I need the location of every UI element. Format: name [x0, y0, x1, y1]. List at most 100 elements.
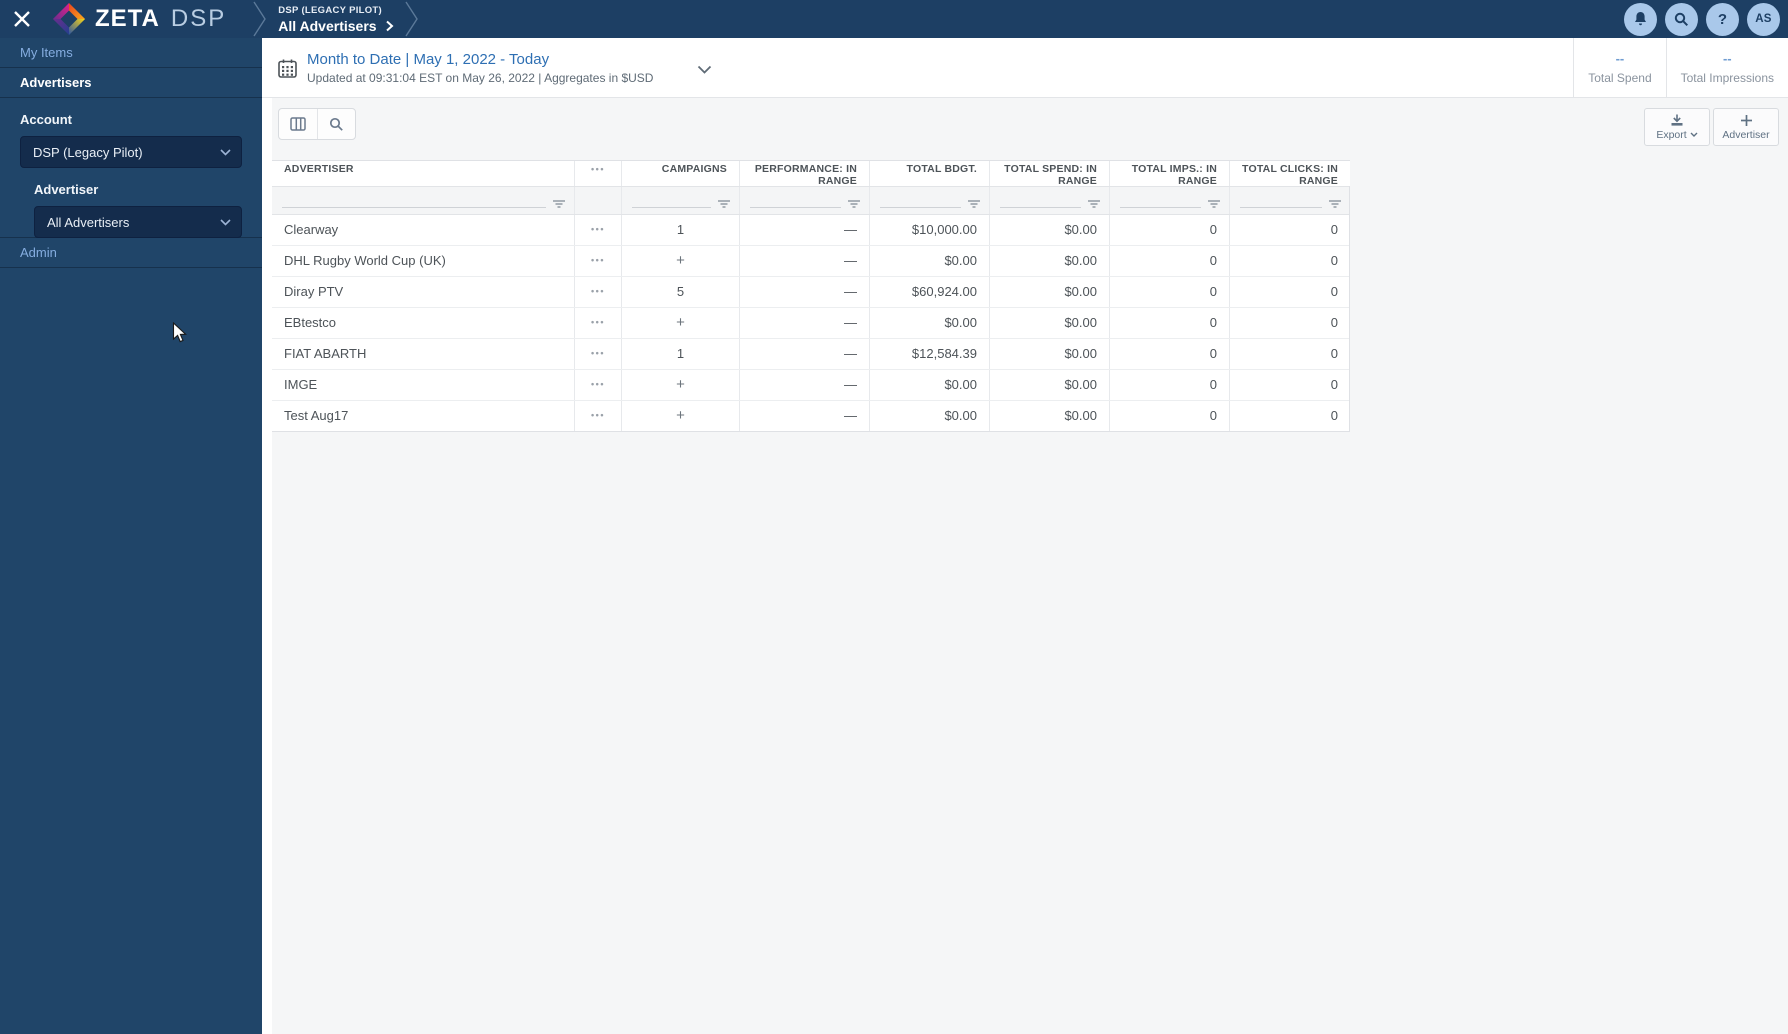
- table-row: Test Aug17 ••• + — $0.00 $0.00 0 0: [272, 401, 1349, 431]
- advertiser-select[interactable]: All Advertisers: [34, 206, 242, 238]
- column-header-advertiser[interactable]: ADVERTISER: [272, 161, 575, 186]
- table-search-button[interactable]: [317, 109, 355, 139]
- filter-funnel-icon[interactable]: [1087, 199, 1101, 209]
- table-tools-group: [278, 108, 356, 140]
- cell-total_budget: $12,584.39: [870, 339, 990, 369]
- column-header-performance[interactable]: PERFORMANCE: IN RANGE: [740, 161, 870, 186]
- advertiser-name[interactable]: EBtestco: [272, 308, 575, 338]
- close-menu-button[interactable]: [0, 0, 44, 38]
- help-button[interactable]: ?: [1706, 2, 1739, 36]
- row-menu-button[interactable]: •••: [587, 215, 609, 244]
- columns-icon: [290, 117, 306, 131]
- date-range-control[interactable]: Month to Date | May 1, 2022 - Today Upda…: [262, 38, 712, 97]
- cell-total_clicks: 0: [1330, 408, 1338, 423]
- breadcrumb-current-label: All Advertisers: [278, 17, 377, 34]
- cell-total_clicks: 0: [1330, 222, 1338, 237]
- zeta-diamond-logo-icon: [52, 2, 86, 36]
- add-campaign-button[interactable]: +: [634, 370, 727, 399]
- advertisers-table: ADVERTISER ••• CAMPAIGNS PERFORMANCE: IN RA…: [272, 160, 1350, 432]
- filter-input-total_budget[interactable]: [880, 196, 961, 208]
- cell-menu: •••: [575, 277, 622, 307]
- filter-funnel-icon[interactable]: [847, 199, 861, 209]
- cell-total_impressions: 0: [1110, 308, 1230, 338]
- cell-campaigns: +: [622, 401, 740, 431]
- cell-campaigns: 5: [622, 277, 740, 307]
- cell-menu: •••: [575, 370, 622, 400]
- cell-total_spend: $0.00: [990, 370, 1110, 400]
- brand-name: ZETA: [95, 5, 160, 32]
- filter-input-performance[interactable]: [750, 196, 841, 208]
- filter-funnel-icon[interactable]: [967, 199, 981, 209]
- sidebar-item-admin[interactable]: Admin: [0, 238, 262, 268]
- export-label: Export: [1656, 128, 1687, 141]
- sidebar-item-my-items[interactable]: My Items: [0, 38, 262, 68]
- filter-input-advertiser[interactable]: [282, 196, 546, 208]
- column-header-menu[interactable]: •••: [575, 161, 622, 186]
- sidebar-item-advertisers[interactable]: Advertisers: [0, 68, 262, 98]
- filter-cell-campaigns: [622, 187, 740, 214]
- user-avatar[interactable]: AS: [1747, 2, 1780, 36]
- filter-input-total_impressions[interactable]: [1120, 196, 1201, 208]
- filter-funnel-icon[interactable]: [552, 199, 566, 209]
- account-select[interactable]: DSP (Legacy Pilot): [20, 136, 242, 168]
- question-mark-icon: ?: [1717, 10, 1728, 28]
- row-menu-button[interactable]: •••: [587, 308, 609, 337]
- advertiser-name[interactable]: FIAT ABARTH: [272, 339, 575, 369]
- column-header-total_clicks[interactable]: TOTAL CLICKS: IN RANGE: [1230, 161, 1350, 186]
- advertiser-name[interactable]: Test Aug17: [272, 401, 575, 431]
- cell-performance: —: [740, 277, 870, 307]
- advertiser-name[interactable]: IMGE: [272, 370, 575, 400]
- add-campaign-button[interactable]: +: [634, 401, 727, 430]
- row-menu-button[interactable]: •••: [587, 401, 609, 430]
- add-campaign-button[interactable]: +: [634, 308, 727, 337]
- add-advertiser-button[interactable]: Advertiser: [1713, 108, 1779, 146]
- filter-input-total_clicks[interactable]: [1240, 196, 1322, 208]
- zeta-dsp-app: ZETA DSP DSP (LEGACY PILOT) All Advertis…: [0, 0, 1788, 1034]
- total-spend-value: --: [1615, 50, 1625, 66]
- cell-total_impressions: 0: [1110, 401, 1230, 431]
- column-header-total_impressions[interactable]: TOTAL IMPS.: IN RANGE: [1110, 161, 1230, 186]
- breadcrumb-separator-icon: [252, 0, 268, 38]
- filter-input-campaigns[interactable]: [632, 196, 711, 208]
- column-header-campaigns[interactable]: CAMPAIGNS: [622, 161, 740, 186]
- cell-total_clicks: 0: [1330, 253, 1338, 268]
- cell-total_budget: $0.00: [870, 370, 990, 400]
- chevron-down-icon[interactable]: [697, 65, 712, 74]
- column-header-total_spend[interactable]: TOTAL SPEND: IN RANGE: [990, 161, 1110, 186]
- filter-cell-menu: [575, 187, 622, 214]
- brand-logo[interactable]: ZETA DSP: [52, 2, 226, 36]
- filter-funnel-icon[interactable]: [1207, 199, 1221, 209]
- advertiser-name[interactable]: DHL Rugby World Cup (UK): [272, 246, 575, 276]
- filter-funnel-icon[interactable]: [717, 199, 731, 209]
- row-menu-button[interactable]: •••: [587, 277, 609, 306]
- cell-total_budget: $0.00: [870, 246, 990, 276]
- column-header-total_budget[interactable]: TOTAL BDGT.: [870, 161, 990, 186]
- date-updated-label: Updated at 09:31:04 EST on May 26, 2022 …: [307, 70, 654, 85]
- advertiser-name[interactable]: Diray PTV: [272, 277, 575, 307]
- table-row: DHL Rugby World Cup (UK) ••• + — $0.00 $0.00 0…: [272, 246, 1349, 277]
- cell-performance: —: [740, 308, 870, 338]
- table-header-row: ADVERTISER ••• CAMPAIGNS PERFORMANCE: IN RA…: [272, 161, 1350, 187]
- advertiser-name[interactable]: Clearway: [272, 215, 575, 245]
- filter-cell-total_budget: [870, 187, 990, 214]
- column-settings-button[interactable]: [279, 109, 317, 139]
- row-menu-button[interactable]: •••: [587, 246, 609, 275]
- stat-total-spend: -- Total Spend: [1573, 38, 1665, 97]
- filter-input-total_spend[interactable]: [1000, 196, 1081, 208]
- global-search-button[interactable]: [1665, 2, 1698, 36]
- cell-menu: •••: [575, 339, 622, 369]
- chevron-right-icon[interactable]: [385, 20, 394, 32]
- date-range-label: Month to Date | May 1, 2022 - Today: [307, 50, 550, 68]
- table-toolbar: Export Advertiser: [278, 108, 1779, 146]
- row-menu-button[interactable]: •••: [587, 370, 609, 399]
- notifications-button[interactable]: [1624, 2, 1657, 36]
- export-button[interactable]: Export: [1644, 108, 1710, 146]
- search-icon: [329, 117, 344, 132]
- row-menu-button[interactable]: •••: [587, 339, 609, 368]
- cell-total_spend: $0.00: [990, 215, 1110, 245]
- breadcrumb-item-current[interactable]: DSP (LEGACY PILOT) All Advertisers: [278, 5, 394, 34]
- breadcrumb: DSP (LEGACY PILOT) All Advertisers: [252, 0, 419, 38]
- add-campaign-button[interactable]: +: [634, 246, 727, 275]
- filter-funnel-icon[interactable]: [1328, 199, 1342, 209]
- cell-total_budget: $10,000.00: [870, 215, 990, 245]
